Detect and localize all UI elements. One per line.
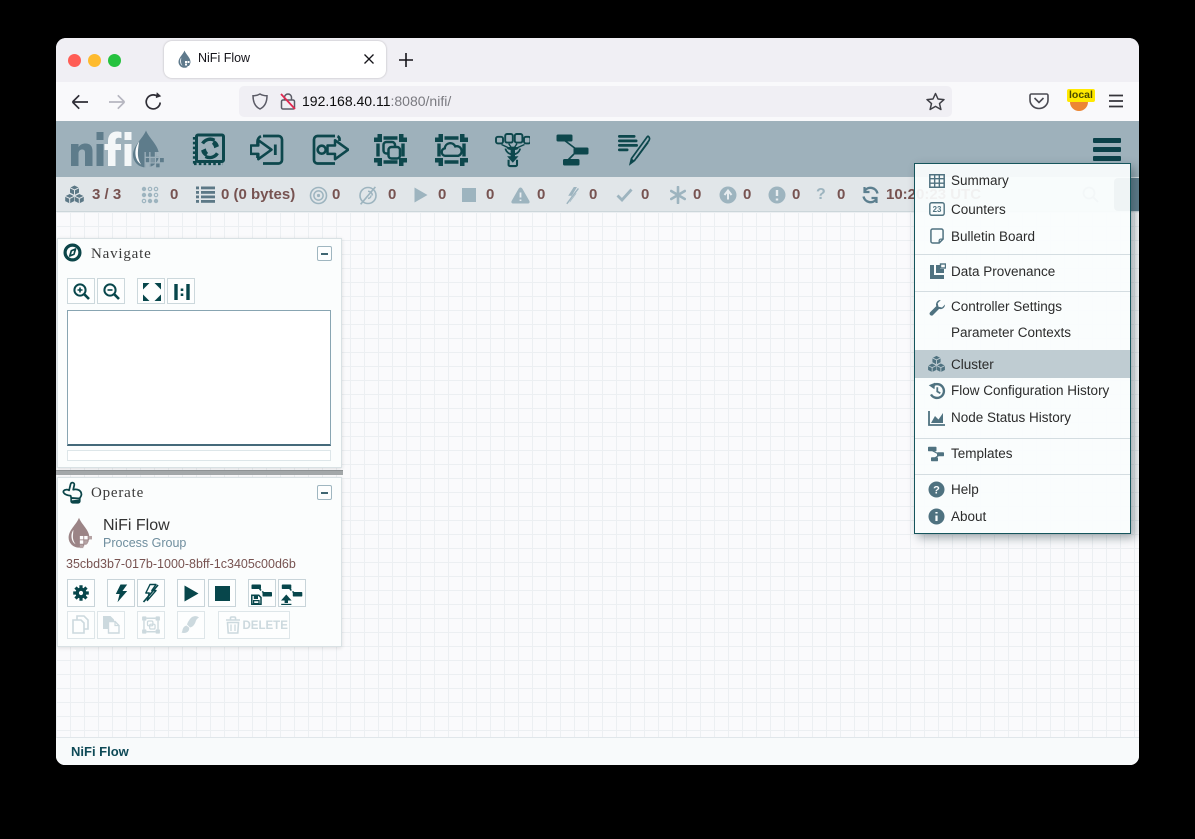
svg-text:?: ? (933, 484, 940, 496)
svg-text:23: 23 (933, 205, 942, 214)
